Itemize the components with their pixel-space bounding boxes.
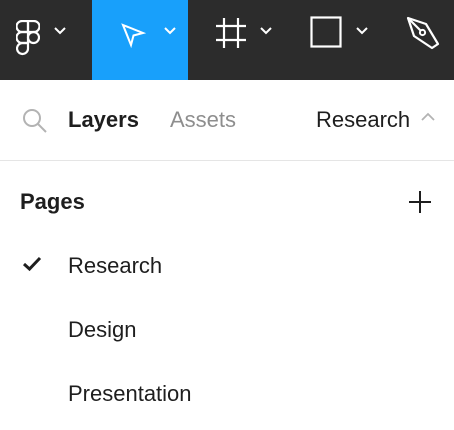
rectangle-icon: [310, 16, 342, 48]
figma-logo-icon: [16, 20, 40, 56]
move-cursor-icon: [121, 23, 146, 48]
chevron-down-icon: [54, 27, 66, 35]
chevron-down-icon: [164, 27, 176, 35]
pen-icon: [406, 16, 440, 50]
current-page-selector[interactable]: Research: [316, 107, 410, 133]
page-item-presentation[interactable]: Presentation: [0, 362, 454, 426]
chevron-down-icon: [356, 27, 368, 35]
pen-tool-button[interactable]: [380, 0, 454, 80]
page-item-label: Presentation: [68, 381, 192, 406]
pages-section-title: Pages: [20, 189, 85, 214]
page-item-label: Research: [68, 253, 163, 278]
move-tool-button[interactable]: [92, 0, 188, 80]
chevron-down-icon: [260, 27, 272, 35]
tab-assets[interactable]: Assets: [170, 107, 236, 133]
toolbar: [0, 0, 454, 80]
page-item-design[interactable]: Design: [0, 298, 454, 362]
shape-tool-button[interactable]: [284, 0, 380, 80]
page-item-label: Design: [68, 317, 137, 342]
chevron-up-icon[interactable]: [421, 112, 435, 121]
main-menu-button[interactable]: [0, 0, 92, 80]
frame-icon: [216, 18, 246, 48]
page-item-research[interactable]: Research: [0, 234, 454, 298]
frame-tool-button[interactable]: [188, 0, 284, 80]
tab-layers[interactable]: Layers: [68, 107, 139, 133]
checkmark-icon: [22, 256, 42, 272]
plus-icon[interactable]: [406, 188, 434, 216]
search-icon[interactable]: [22, 108, 48, 134]
